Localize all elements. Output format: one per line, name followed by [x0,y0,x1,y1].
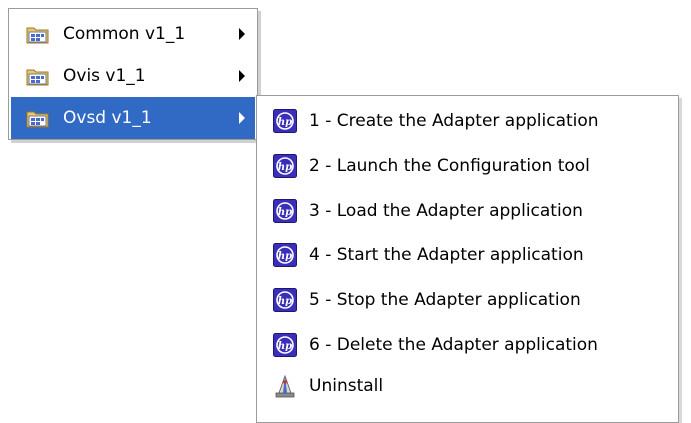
menu-item-label: Ovsd v1_1 [63,108,152,128]
submenu-item-stop-adapter[interactable]: hp 5 - Stop the Adapter application [259,280,675,320]
submenu-item-label: 4 - Start the Adapter application [309,245,584,265]
hp-icon: hp [273,199,297,223]
submenu-item-label: 6 - Delete the Adapter application [309,335,598,355]
programs-menu: Common v1_1 Ovis v1_1 Ovsd v1_1 [8,8,258,140]
submenu-arrow-icon [239,70,245,82]
hp-icon: hp [273,109,297,133]
submenu-item-create-adapter[interactable]: hp 1 - Create the Adapter application [259,101,675,141]
submenu-item-uninstall[interactable]: Uninstall [259,366,675,406]
submenu-item-start-adapter[interactable]: hp 4 - Start the Adapter application [259,235,675,275]
submenu-item-label: 1 - Create the Adapter application [309,111,599,131]
submenu-item-load-adapter[interactable]: hp 3 - Load the Adapter application [259,191,675,231]
svg-text:hp: hp [278,162,292,173]
submenu-arrow-icon [239,28,245,40]
submenu-item-delete-adapter[interactable]: hp 6 - Delete the Adapter application [259,325,675,365]
menu-item-label: Ovis v1_1 [63,66,146,86]
program-folder-icon [26,69,49,86]
hp-icon: hp [273,154,297,178]
uninstall-icon [275,374,295,398]
program-folder-icon [26,27,49,44]
submenu-item-label: 5 - Stop the Adapter application [309,290,581,310]
svg-text:hp: hp [278,117,292,128]
submenu-arrow-icon [239,112,245,124]
svg-text:hp: hp [278,296,292,307]
submenu-item-launch-config[interactable]: hp 2 - Launch the Configuration tool [259,146,675,186]
menu-item-label: Common v1_1 [63,24,186,44]
svg-text:hp: hp [278,207,292,218]
submenu-item-label: Uninstall [309,376,384,396]
hp-icon: hp [273,288,297,312]
ovsd-submenu: hp 1 - Create the Adapter application hp… [256,95,679,423]
menu-item-ovis[interactable]: Ovis v1_1 [11,55,255,97]
svg-text:hp: hp [278,341,292,352]
program-folder-icon [26,111,49,128]
hp-icon: hp [273,333,297,357]
submenu-item-label: 3 - Load the Adapter application [309,201,583,221]
submenu-item-label: 2 - Launch the Configuration tool [309,156,590,176]
menu-item-common[interactable]: Common v1_1 [11,13,255,55]
menu-item-ovsd[interactable]: Ovsd v1_1 [11,97,255,139]
svg-text:hp: hp [278,251,292,262]
hp-icon: hp [273,243,297,267]
